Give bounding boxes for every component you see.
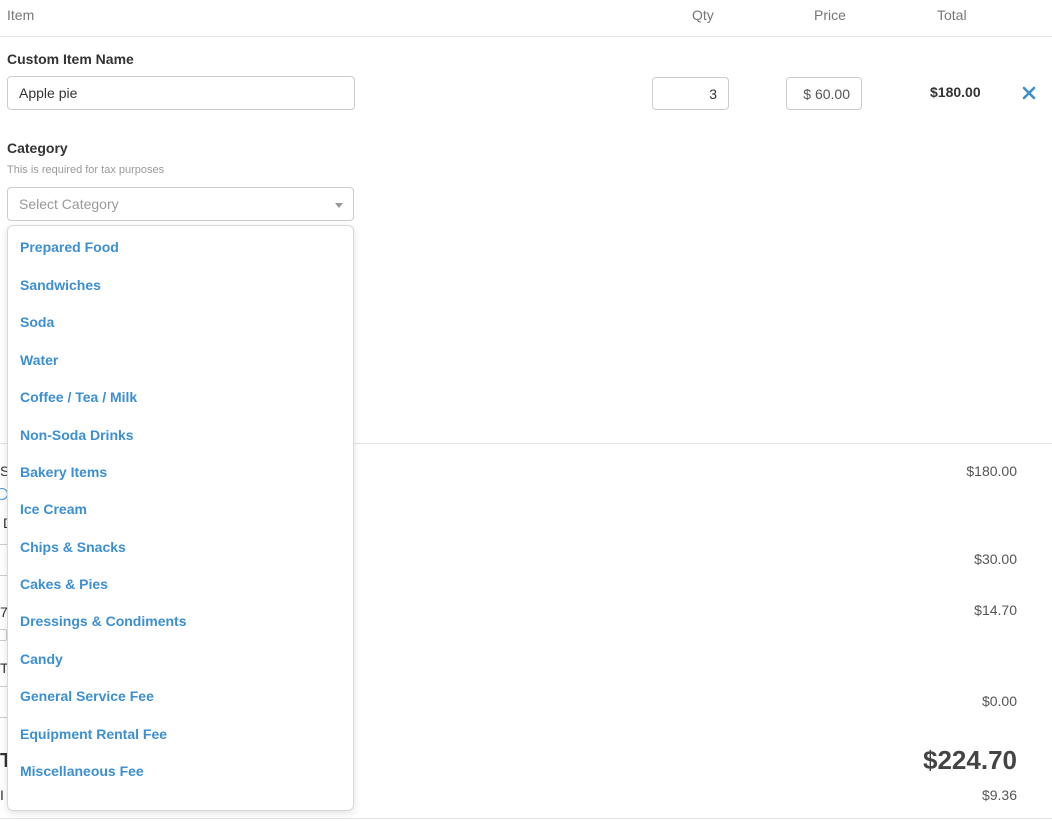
column-header-qty: Qty (692, 7, 714, 23)
subtotal-value: $180.00 (966, 463, 1017, 479)
category-option-cakes-pies[interactable]: Cakes & Pies (20, 576, 108, 592)
tax-checkbox[interactable] (0, 629, 7, 641)
category-option-water[interactable]: Water (20, 352, 58, 368)
quantity-input[interactable]: 3 (652, 77, 729, 110)
price-input[interactable]: $ 60.00 (786, 77, 862, 110)
category-option-candy[interactable]: Candy (20, 651, 63, 667)
chevron-down-icon (335, 203, 343, 208)
column-header-total: Total (937, 7, 967, 23)
column-header-item: Item (7, 7, 35, 23)
category-hint: This is required for tax purposes (7, 164, 165, 176)
category-dropdown-menu: Prepared Food Sandwiches Soda Water Coff… (7, 225, 354, 811)
custom-item-name-value: Apple pie (19, 85, 78, 101)
category-option-prepared-food[interactable]: Prepared Food (20, 239, 119, 255)
remove-item-button[interactable] (1018, 82, 1040, 104)
last-value: $9.36 (981, 787, 1017, 803)
grand-total-value: $224.70 (923, 745, 1017, 775)
category-option-ice-cream[interactable]: Ice Cream (20, 501, 87, 517)
category-option-dressings-condiments[interactable]: Dressings & Condiments (20, 613, 186, 629)
category-option-sandwiches[interactable]: Sandwiches (20, 277, 101, 293)
category-option-general-service-fee[interactable]: General Service Fee (20, 688, 154, 704)
category-option-miscellaneous-fee[interactable]: Miscellaneous Fee (20, 763, 144, 779)
category-select[interactable]: Select Category (7, 187, 354, 221)
invoice-line-editor: Item Qty Price Total Custom Item Name Ap… (0, 0, 1052, 821)
price-value: $ 60.00 (803, 85, 850, 102)
fee-value: $0.00 (981, 693, 1017, 709)
discount-value: $30.00 (974, 551, 1017, 567)
category-option-bakery-items[interactable]: Bakery Items (20, 464, 107, 480)
tax-value: $14.70 (974, 602, 1017, 618)
summary-last-label: I (0, 787, 4, 803)
category-option-non-soda-drinks[interactable]: Non-Soda Drinks (20, 427, 134, 443)
table-header: Item Qty Price Total (0, 0, 1052, 37)
quantity-value: 3 (709, 85, 717, 102)
category-option-equipment-rental-fee[interactable]: Equipment Rental Fee (20, 726, 167, 742)
close-icon (1022, 86, 1036, 100)
category-select-placeholder: Select Category (19, 196, 119, 212)
category-option-coffee-tea-milk[interactable]: Coffee / Tea / Milk (20, 389, 137, 405)
section-divider-bottom (0, 818, 1052, 819)
custom-item-name-label: Custom Item Name (7, 51, 134, 67)
custom-item-name-input[interactable]: Apple pie (7, 76, 355, 110)
category-option-chips-snacks[interactable]: Chips & Snacks (20, 539, 126, 555)
category-option-soda[interactable]: Soda (20, 314, 54, 330)
line-total: $180.00 (930, 84, 981, 100)
column-header-price: Price (814, 7, 846, 23)
category-label: Category (7, 140, 68, 156)
